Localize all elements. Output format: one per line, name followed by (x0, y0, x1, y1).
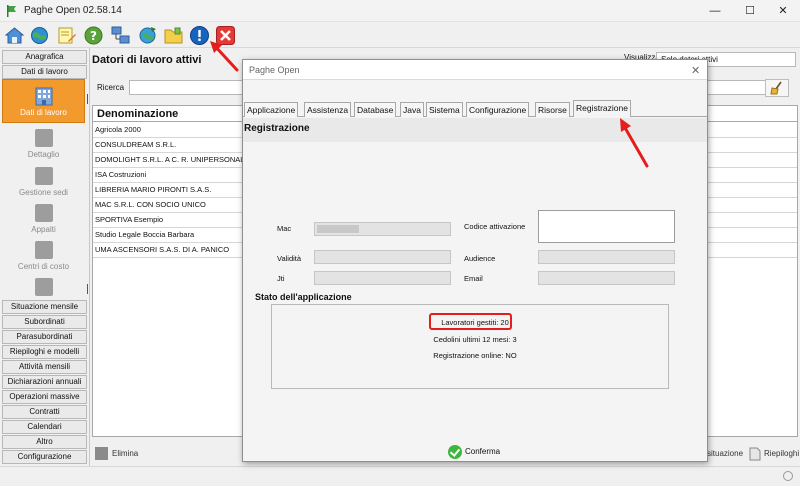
delete-icon (95, 447, 108, 461)
audience-field[interactable] (538, 250, 675, 264)
dialog-titlebar: Paghe Open ✕ (243, 60, 707, 80)
codice-attivazione-field[interactable] (538, 210, 675, 243)
broom-icon (770, 81, 782, 95)
annotation-arrow-icon (620, 118, 649, 168)
delete-button[interactable]: Elimina (95, 446, 138, 462)
riepiloghi-label: Riepiloghi (764, 449, 800, 458)
tab-sistema[interactable]: Sistema (426, 102, 463, 117)
refresh-globe-icon[interactable] (137, 25, 158, 46)
mac-value-redacted (317, 225, 359, 233)
status-bar (0, 466, 800, 486)
highlight-box (429, 313, 512, 330)
validita-label: Validità (277, 254, 302, 263)
clear-search-button[interactable] (765, 79, 789, 97)
tab-risorse[interactable]: Risorse (535, 102, 570, 117)
network-icon[interactable] (110, 25, 131, 46)
sidebar-item-dati-di-lavoro[interactable]: Dati di lavoro (2, 79, 85, 123)
confirm-label: Conferma (465, 447, 501, 456)
building-icon (35, 87, 52, 106)
tab-java[interactable]: Java (400, 102, 424, 117)
riepiloghi-button[interactable]: Riepiloghi (749, 446, 799, 462)
email-field[interactable] (538, 271, 675, 285)
sidebar-button-altro[interactable]: Altro (2, 435, 87, 449)
mac-field[interactable] (314, 222, 451, 236)
sidebar-button-contratti[interactable]: Contratti (2, 405, 87, 419)
validita-field[interactable] (314, 250, 451, 264)
sidebar-item-label: Dati di lavoro (20, 108, 67, 117)
maximize-button[interactable]: ☐ (735, 2, 765, 20)
sidebar: Anagrafica Dati di lavoro Dati di lavoro… (0, 48, 90, 486)
jti-label: Jti (277, 274, 285, 283)
sidebar-button-situazione-mensile[interactable]: Situazione mensile (2, 300, 87, 314)
sidebar-item-centri-di-costo[interactable]: Centri di costo (2, 237, 85, 281)
sidebar-button-dati-di-lavoro[interactable]: Dati di lavoro (2, 65, 87, 79)
situazione-button[interactable]: situazione (707, 446, 743, 462)
window-titlebar: Paghe Open 02.58.14 — ☐ ✕ (0, 0, 800, 22)
help-icon[interactable]: ? (83, 25, 104, 46)
sidebar-item-label: Centri di costo (17, 262, 70, 271)
sidebar-button-riepiloghi[interactable]: Riepiloghi e modelli (2, 345, 87, 359)
folder-icon[interactable] (163, 25, 184, 46)
sedi-icon (34, 167, 53, 185)
sidebar-item-label: Dettaglio (27, 150, 60, 159)
home-icon[interactable] (4, 25, 25, 46)
dialog-close-button[interactable]: ✕ (691, 64, 700, 77)
registrazione-online: Registrazione online: NO (433, 351, 517, 360)
notes-icon[interactable] (56, 25, 77, 46)
search-label: Ricerca (97, 83, 125, 92)
delete-label: Elimina (112, 449, 139, 458)
sidebar-button-parasubordinati[interactable]: Parasubordinati (2, 330, 87, 344)
page-title: Datori di lavoro attivi (92, 54, 202, 66)
svg-text:?: ? (90, 29, 97, 43)
sidebar-item-label: Gestione sedi (19, 188, 68, 197)
globe-icon[interactable] (29, 25, 50, 46)
check-icon (448, 444, 462, 459)
sidebar-item-label: Appalti (31, 225, 56, 234)
sidebar-button-operazioni-massive[interactable]: Operazioni massive (2, 390, 87, 404)
tab-database[interactable]: Database (354, 102, 397, 117)
close-window-button[interactable]: ✕ (768, 2, 798, 20)
sidebar-item-partial (2, 276, 85, 296)
sidebar-button-attivita-mensili[interactable]: Attività mensili (2, 360, 87, 374)
codice-attivazione-label: Codice attivazione (464, 222, 526, 231)
cost-center-icon (34, 241, 53, 259)
sidebar-button-configurazione[interactable]: Configurazione (2, 450, 87, 464)
tab-configurazione[interactable]: Configurazione (466, 102, 530, 117)
email-label: Email (464, 274, 483, 283)
main-toolbar: ? (0, 22, 800, 48)
sidebar-button-subordinati[interactable]: Subordinati (2, 315, 87, 329)
jti-field[interactable] (314, 271, 451, 285)
mac-label: Mac (277, 224, 292, 233)
app-flag-icon (7, 5, 16, 17)
confirm-button[interactable]: Conferma (448, 444, 500, 460)
tab-applicazione[interactable]: Applicazione (244, 102, 299, 117)
annotation-arrow-icon (210, 41, 239, 72)
status-group-title: Stato dell'applicazione (254, 292, 353, 302)
cedolini-ultimi: Cedolini ultimi 12 mesi: 3 (433, 335, 517, 344)
minimize-button[interactable]: — (700, 2, 730, 20)
audience-label: Audience (464, 254, 496, 263)
sidebar-button-anagrafica[interactable]: Anagrafica (2, 50, 87, 64)
detail-icon (34, 129, 53, 147)
sidebar-button-dichiarazioni[interactable]: Dichiarazioni annuali (2, 375, 87, 389)
sidebar-scrollbar[interactable] (86, 94, 89, 294)
appalti-icon (34, 204, 53, 222)
status-indicator-icon (783, 471, 793, 481)
window-title: Paghe Open 02.58.14 (24, 5, 122, 16)
partial-icon (34, 278, 53, 296)
sidebar-button-calendari[interactable]: Calendari (2, 420, 87, 434)
tab-assistenza[interactable]: Assistenza (304, 102, 352, 117)
dialog-title: Paghe Open (249, 65, 300, 75)
document-icon (749, 447, 761, 461)
